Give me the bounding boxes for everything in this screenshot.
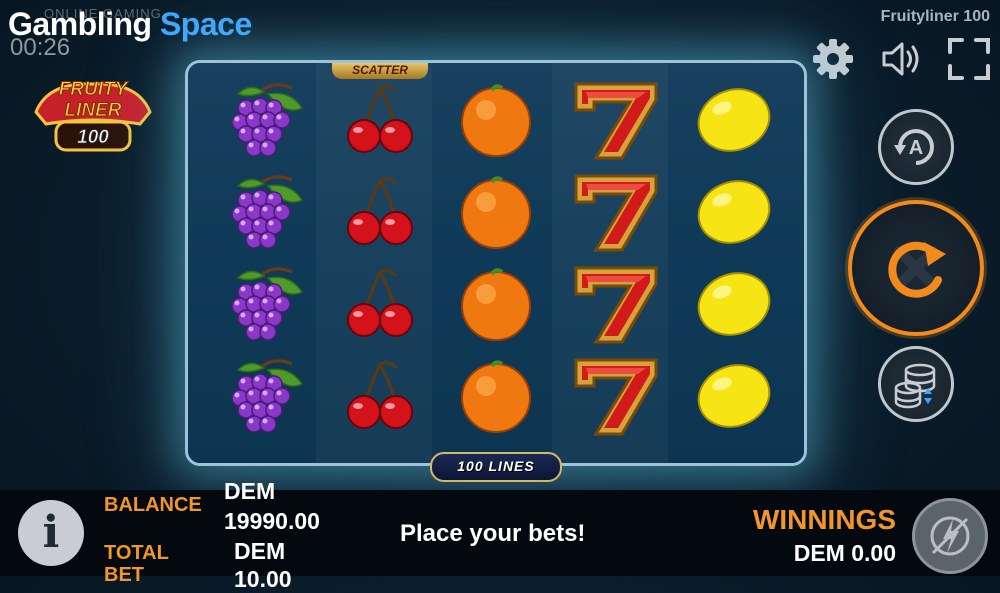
grapes-symbol-icon xyxy=(214,259,314,349)
game-logo: FRUITY LINER 100 xyxy=(28,72,158,162)
info-button[interactable]: i xyxy=(18,500,84,566)
seven-symbol-icon xyxy=(566,167,666,257)
brand-word-2: Space xyxy=(159,6,252,42)
orange-symbol-icon xyxy=(446,351,546,441)
seven-symbol-icon xyxy=(566,75,666,165)
balance-currency: DEM xyxy=(224,478,276,504)
status-message: Place your bets! xyxy=(400,520,586,547)
balance-label: BALANCE xyxy=(104,494,202,516)
lemon-symbol-icon xyxy=(684,167,784,257)
grapes-symbol-icon xyxy=(214,351,314,441)
autoplay-icon: A xyxy=(894,129,934,165)
winnings-value: DEM 0.00 xyxy=(793,540,896,566)
balance-value: 19990.00 xyxy=(224,508,320,534)
grapes-symbol-icon xyxy=(214,167,314,257)
fullscreen-button[interactable] xyxy=(946,36,992,82)
turbo-button[interactable] xyxy=(912,498,988,574)
settings-button[interactable] xyxy=(810,36,856,82)
fullscreen-icon xyxy=(948,38,990,80)
lines-badge: 100 LINES xyxy=(430,452,562,482)
total-bet-label-1: TOTAL xyxy=(104,542,169,564)
lemon-symbol-icon xyxy=(684,351,784,441)
turbo-disabled-icon xyxy=(930,516,970,556)
logo-line-3: 100 xyxy=(77,127,109,148)
sound-button[interactable] xyxy=(878,36,924,82)
cherries-symbol-icon xyxy=(330,259,430,349)
gear-icon xyxy=(813,39,853,79)
coin-stack-icon xyxy=(894,363,936,409)
bet-settings-button[interactable] xyxy=(878,346,954,422)
orange-symbol-icon xyxy=(446,259,546,349)
grapes-symbol-icon xyxy=(214,75,314,165)
brand-overlay-text: ONLINE GAMING xyxy=(44,6,162,21)
session-timer: 00:26 xyxy=(10,34,71,61)
logo-line-2: LINER xyxy=(65,100,122,121)
lemon-symbol-icon xyxy=(684,259,784,349)
spin-icon xyxy=(888,241,946,298)
winnings-label: WINNINGS xyxy=(752,504,896,535)
logo-line-1: FRUITY xyxy=(59,79,130,100)
cherries-symbol-icon xyxy=(330,167,430,257)
top-toolbar xyxy=(810,36,992,82)
reel-frame[interactable] xyxy=(188,63,804,463)
total-bet-value: 10.00 xyxy=(234,566,292,592)
lemon-symbol-icon xyxy=(684,75,784,165)
orange-symbol-icon xyxy=(446,167,546,257)
total-bet-currency: DEM xyxy=(234,538,286,564)
orange-symbol-icon xyxy=(446,75,546,165)
autoplay-letter: A xyxy=(909,137,923,159)
scatter-tag: SCATTER xyxy=(332,63,428,79)
spin-button[interactable] xyxy=(848,200,984,336)
autoplay-button[interactable]: A xyxy=(878,109,954,185)
seven-symbol-icon xyxy=(566,259,666,349)
cherries-symbol-icon xyxy=(330,351,430,441)
speaker-icon xyxy=(882,42,919,76)
cherries-symbol-icon xyxy=(330,75,430,165)
seven-symbol-icon xyxy=(566,351,666,441)
game-title: Fruityliner 100 xyxy=(880,8,990,25)
